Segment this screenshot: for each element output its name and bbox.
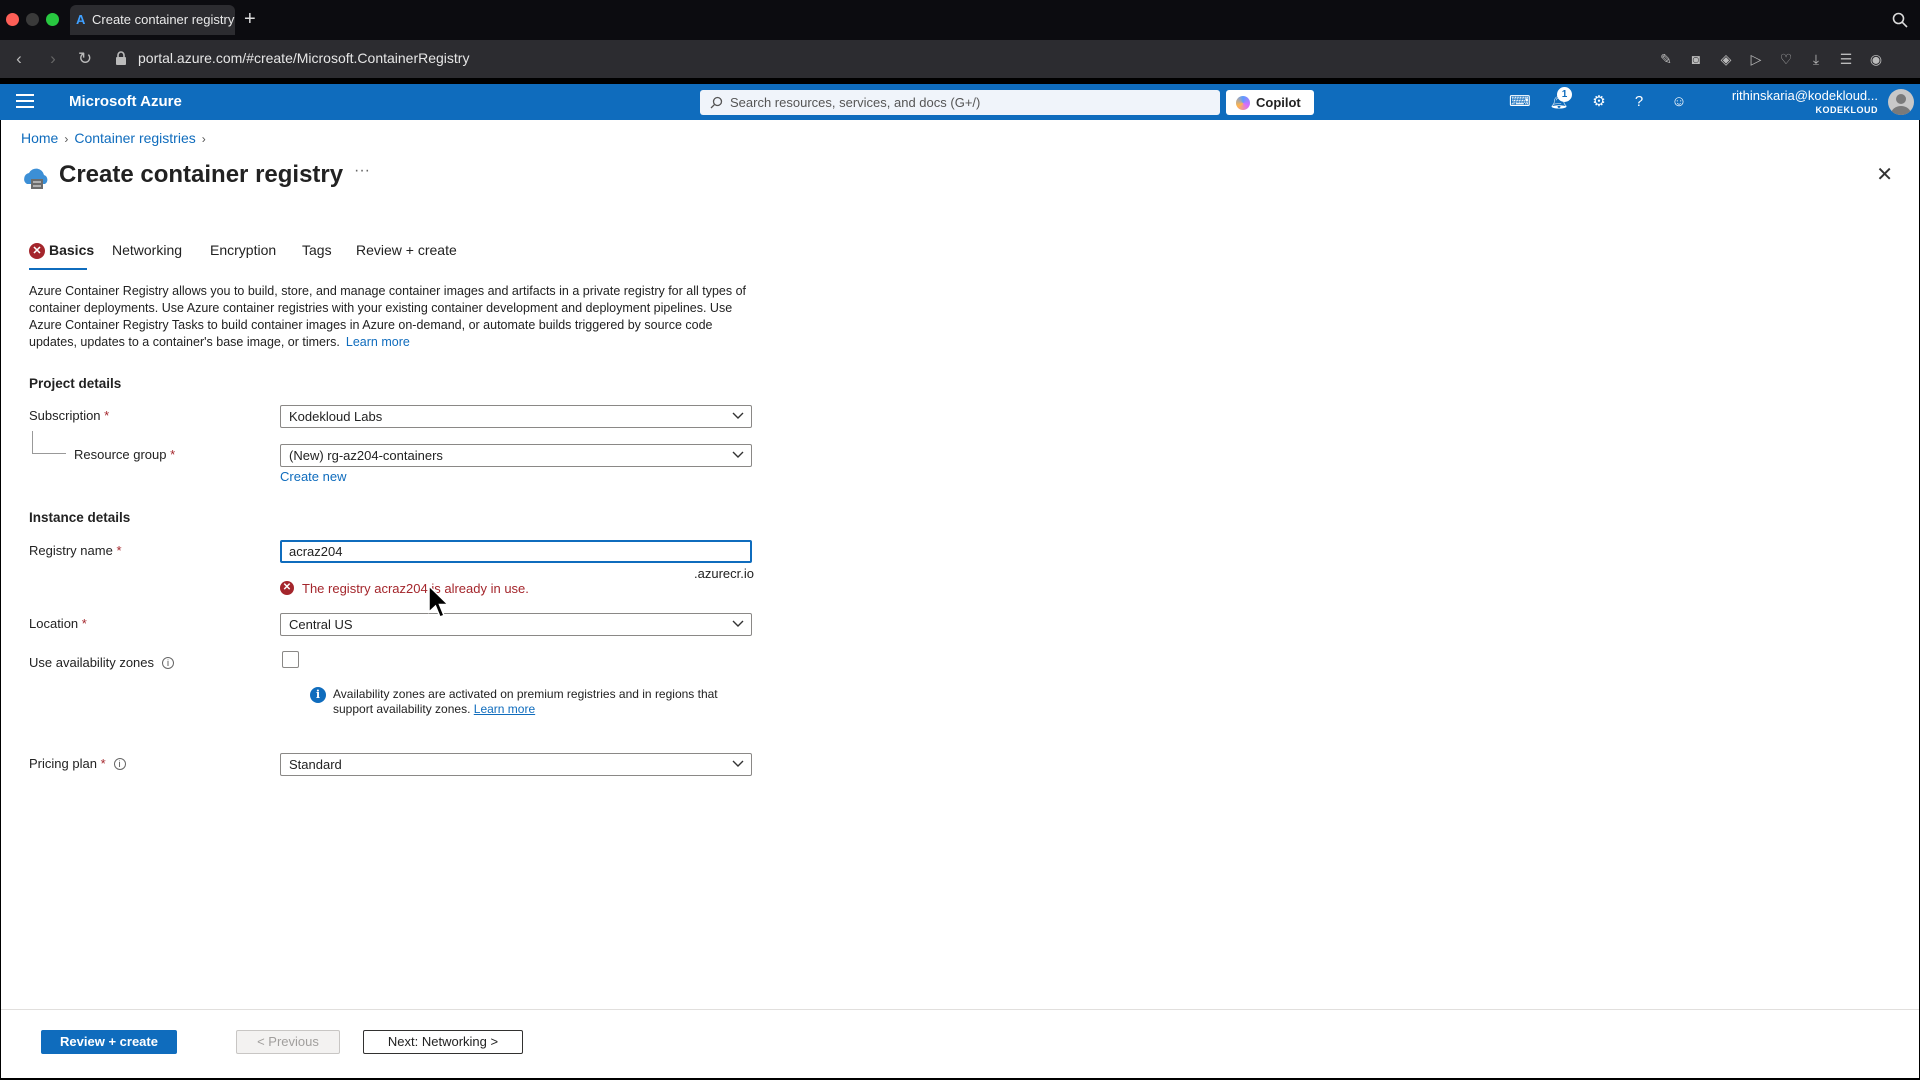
chevron-right-icon: ›: [201, 132, 206, 146]
availability-learn-more-link[interactable]: Learn more: [474, 702, 535, 716]
breadcrumb: Home › Container registries ›: [21, 130, 212, 146]
menu-icon[interactable]: ☰: [1837, 50, 1855, 68]
azure-favicon-icon: A: [76, 12, 86, 27]
minimize-window-button[interactable]: [26, 13, 39, 26]
notification-badge: 1: [1557, 87, 1572, 102]
search-icon: [710, 96, 723, 109]
chevron-down-icon: [732, 451, 744, 458]
global-search-input[interactable]: Search resources, services, and docs (G+…: [700, 90, 1220, 115]
learn-more-link[interactable]: Learn more: [346, 335, 410, 349]
resource-group-label: Resource group *: [74, 447, 176, 462]
play-icon[interactable]: ▷: [1747, 50, 1765, 68]
back-icon[interactable]: ‹: [8, 48, 30, 70]
chevron-down-icon: [732, 412, 744, 419]
tab-basics[interactable]: Basics: [49, 242, 94, 258]
mouse-cursor-icon: [428, 585, 450, 618]
search-placeholder: Search resources, services, and docs (G+…: [730, 95, 981, 110]
address-bar: ‹ › ↻ portal.azure.com/#create/Microsoft…: [0, 40, 1920, 78]
edit-icon[interactable]: ✎: [1657, 50, 1675, 68]
browser-tab[interactable]: A Create container registry: [70, 5, 235, 35]
hamburger-menu-icon[interactable]: [16, 94, 34, 110]
location-dropdown[interactable]: Central US: [280, 613, 752, 636]
maximize-window-button[interactable]: [46, 13, 59, 26]
gear-icon[interactable]: ⚙: [1589, 92, 1609, 112]
shield-icon[interactable]: ◈: [1717, 50, 1735, 68]
reload-icon[interactable]: ↻: [74, 48, 96, 70]
create-new-link[interactable]: Create new: [280, 469, 346, 484]
registry-name-input[interactable]: acraz204: [280, 540, 752, 563]
chevron-down-icon: [732, 620, 744, 627]
more-options-icon[interactable]: ···: [354, 162, 370, 180]
registry-name-label: Registry name *: [29, 543, 122, 558]
copilot-icon: [1236, 96, 1250, 110]
profile-icon[interactable]: ◉: [1867, 50, 1885, 68]
forward-icon[interactable]: ›: [42, 48, 64, 70]
heart-icon[interactable]: ♡: [1777, 50, 1795, 68]
feedback-icon[interactable]: ☺: [1669, 92, 1689, 112]
tree-connector: [32, 431, 33, 453]
project-details-heading: Project details: [29, 376, 122, 391]
error-icon: ✕: [29, 243, 45, 259]
cloud-shell-icon[interactable]: ⌨: [1509, 92, 1531, 112]
container-registry-icon: [24, 168, 48, 189]
breadcrumb-container-registries[interactable]: Container registries: [74, 130, 195, 146]
registry-suffix: .azurecr.io: [694, 566, 754, 581]
page-title: Create container registry: [59, 161, 344, 188]
tab-review-create[interactable]: Review + create: [356, 242, 457, 258]
info-icon: i: [310, 687, 326, 703]
location-label: Location *: [29, 616, 87, 631]
chevron-down-icon: [732, 760, 744, 767]
help-icon[interactable]: ?: [1629, 92, 1649, 112]
description: Azure Container Registry allows you to b…: [29, 283, 759, 351]
registry-name-error: The registry acraz204 is already in use.: [302, 581, 529, 596]
resource-group-dropdown[interactable]: (New) rg-az204-containers: [280, 444, 752, 467]
tree-connector: [32, 453, 66, 454]
pricing-plan-value: Standard: [289, 757, 342, 772]
user-org: KODEKLOUD: [1815, 105, 1878, 115]
brand-title[interactable]: Microsoft Azure: [69, 93, 182, 110]
availability-zones-checkbox[interactable]: [282, 651, 299, 668]
breadcrumb-home[interactable]: Home: [21, 130, 58, 146]
tab-networking[interactable]: Networking: [112, 242, 182, 258]
url-field[interactable]: portal.azure.com/#create/Microsoft.Conta…: [138, 50, 469, 66]
camera-icon[interactable]: ◙: [1687, 50, 1705, 68]
browser-tab-bar: A Create container registry +: [0, 0, 1920, 40]
account-menu[interactable]: rithinskaria@kodekloud... KODEKLOUD: [1732, 88, 1878, 115]
pricing-plan-label: Pricing plan * i: [29, 756, 126, 771]
close-window-button[interactable]: [6, 13, 19, 26]
tab-encryption[interactable]: Encryption: [210, 242, 276, 258]
availability-zones-label: Use availability zones i: [29, 655, 175, 670]
info-icon[interactable]: i: [162, 657, 175, 669]
instance-details-heading: Instance details: [29, 510, 131, 525]
copilot-label: Copilot: [1256, 95, 1301, 110]
download-icon[interactable]: ⤓: [1807, 50, 1825, 68]
next-networking-button[interactable]: Next: Networking >: [363, 1030, 523, 1054]
availability-info: Availability zones are activated on prem…: [333, 687, 753, 717]
location-value: Central US: [289, 617, 353, 632]
avatar[interactable]: [1888, 89, 1914, 115]
azure-header: Microsoft Azure Search resources, servic…: [0, 84, 1920, 120]
user-name: rithinskaria@kodekloud...: [1731, 88, 1878, 103]
previous-button[interactable]: < Previous: [236, 1030, 340, 1054]
create-registry-page: Home › Container registries › Create contai…: [1, 120, 1919, 1078]
error-icon: ✕: [280, 581, 294, 595]
footer-divider: [1, 1009, 1919, 1010]
browser-tab-title: Create container registry: [92, 12, 235, 27]
search-icon[interactable]: [1892, 12, 1908, 28]
resource-group-value: (New) rg-az204-containers: [289, 448, 443, 463]
copilot-button[interactable]: Copilot: [1226, 90, 1314, 115]
review-create-button[interactable]: Review + create: [41, 1030, 177, 1054]
subscription-dropdown[interactable]: Kodekloud Labs: [280, 405, 752, 428]
new-tab-button[interactable]: +: [244, 8, 256, 30]
active-tab-indicator: [29, 268, 87, 270]
close-icon[interactable]: ✕: [1876, 162, 1893, 187]
chevron-right-icon: ›: [64, 132, 69, 146]
tab-tags[interactable]: Tags: [302, 242, 332, 258]
subscription-label: Subscription *: [29, 408, 110, 423]
subscription-value: Kodekloud Labs: [289, 409, 383, 424]
lock-icon: [116, 51, 126, 65]
pricing-plan-dropdown[interactable]: Standard: [280, 753, 752, 776]
info-icon[interactable]: i: [113, 758, 126, 770]
